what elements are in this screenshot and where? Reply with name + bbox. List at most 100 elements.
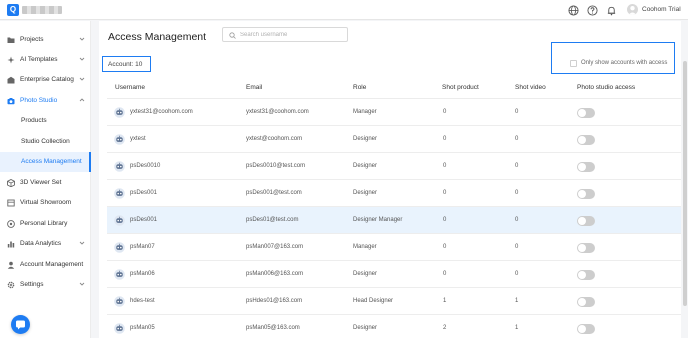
- photo-studio-access-toggle[interactable]: [577, 297, 595, 307]
- cell-email: yxtest@coohom.com: [246, 136, 303, 142]
- camera-icon: [7, 98, 15, 105]
- photo-studio-access-toggle[interactable]: [577, 243, 595, 253]
- photo-studio-access-toggle[interactable]: [577, 270, 595, 280]
- sidebar-item-ai-templates[interactable]: AI Templates: [0, 50, 91, 70]
- sidebar-item-label: Account Management: [20, 261, 84, 268]
- search-box[interactable]: [222, 27, 348, 42]
- cell-shot-video: 0: [515, 163, 519, 169]
- brand-name-redacted: [22, 6, 62, 14]
- photo-studio-access-toggle[interactable]: [577, 135, 595, 145]
- cell-role: Designer: [353, 325, 378, 331]
- sidebar-item-access-management[interactable]: Access Management: [0, 152, 91, 172]
- user-icon: [7, 261, 15, 269]
- table-row[interactable]: yxtest yxtest@coohom.com Designer 0 0: [107, 126, 681, 153]
- sidebar-item-enterprise-catalog[interactable]: Enterprise Catalog: [0, 70, 91, 90]
- access-filter-checkbox[interactable]: [570, 60, 577, 67]
- scrollbar[interactable]: [682, 21, 688, 338]
- cell-shot-product: 0: [443, 190, 447, 196]
- cell-email: psMan05@163.com: [246, 325, 300, 331]
- photo-studio-access-toggle[interactable]: [577, 324, 595, 334]
- cell-shot-product: 2: [443, 325, 447, 331]
- sidebar-item-label: Personal Library: [20, 220, 68, 227]
- cell-role: Manager: [353, 244, 377, 250]
- sidebar-item-settings[interactable]: Settings: [0, 275, 91, 295]
- sidebar-item-data-analytics[interactable]: Data Analytics: [0, 234, 91, 254]
- app-logo[interactable]: Q: [7, 4, 19, 16]
- chevron-down-icon: [79, 241, 85, 245]
- photo-studio-access-toggle[interactable]: [577, 162, 595, 172]
- cell-shot-video: 0: [515, 244, 519, 250]
- cell-username: psMan06: [130, 271, 155, 277]
- sidebar-item-products[interactable]: Products: [0, 111, 91, 131]
- cell-shot-video: 0: [515, 217, 519, 223]
- top-bar: Q Coohom Trial: [0, 0, 688, 20]
- chevron-down-icon: [79, 57, 85, 61]
- chat-icon: [16, 320, 25, 330]
- cell-role: Head Designer: [353, 298, 394, 304]
- cell-username: psDes001: [130, 217, 158, 223]
- chevron-down-icon: [79, 282, 85, 286]
- photo-studio-access-toggle[interactable]: [577, 108, 595, 118]
- table-row[interactable]: psMan06 psMan006@163.com Designer 0 0: [107, 261, 681, 288]
- cell-shot-product: 0: [443, 109, 447, 115]
- cell-username: psDes001: [130, 190, 158, 196]
- sidebar-item-studio-collection[interactable]: Studio Collection: [0, 132, 91, 152]
- avatar[interactable]: [627, 4, 638, 15]
- table-row[interactable]: psDes0010 psDes0010@test.com Designer 0 0: [107, 153, 681, 180]
- column-header-email: Email: [246, 84, 263, 91]
- sidebar-item-label: AI Templates: [20, 56, 58, 63]
- sidebar-item-virtual-showroom[interactable]: Virtual Showroom: [0, 193, 91, 213]
- chat-support-button[interactable]: [11, 315, 30, 334]
- cell-username: psMan07: [130, 244, 155, 250]
- robot-avatar-icon: [114, 107, 125, 118]
- sidebar-item-label: 3D Viewer Set: [20, 179, 62, 186]
- table-row[interactable]: psMan07 psMan007@163.com Manager 0 0: [107, 234, 681, 261]
- sidebar-item-3d-viewer-set[interactable]: 3D Viewer Set: [0, 173, 91, 193]
- table-row[interactable]: hdes-test psHdes01@163.com Head Designer 1 1: [107, 288, 681, 315]
- sidebar-item-photo-studio[interactable]: Photo Studio: [0, 91, 91, 111]
- column-header-shot-product: Shot product: [442, 84, 479, 91]
- photo-studio-access-toggle[interactable]: [577, 189, 595, 199]
- sidebar-item-label: Projects: [20, 36, 44, 43]
- sidebar-item-label: Studio Collection: [21, 138, 70, 145]
- photo-studio-access-toggle[interactable]: [577, 216, 595, 226]
- cell-shot-product: 0: [443, 217, 447, 223]
- table-row[interactable]: psMan05 psMan05@163.com Designer 2 1: [107, 315, 681, 338]
- help-icon[interactable]: [587, 5, 598, 16]
- sidebar-item-label: Data Analytics: [20, 240, 62, 247]
- catalog-icon: [7, 76, 15, 84]
- showroom-icon: [7, 199, 15, 207]
- cell-username: hdes-test: [130, 298, 155, 304]
- table-row[interactable]: yxtest31@coohom.com yxtest31@coohom.com Ma…: [107, 99, 681, 126]
- cell-role: Designer: [353, 163, 378, 169]
- cell-shot-video: 0: [515, 190, 519, 196]
- cell-role: Designer: [353, 136, 378, 142]
- chevron-up-icon: [79, 98, 85, 102]
- sidebar: Projects AI Templates Enterprise Catalog…: [0, 21, 91, 338]
- user-name[interactable]: Coohom Trial: [642, 6, 681, 13]
- chevron-down-icon: [79, 37, 85, 41]
- globe-icon[interactable]: [568, 5, 579, 16]
- column-header-username: Username: [115, 84, 145, 91]
- robot-avatar-icon: [114, 323, 125, 334]
- table-row[interactable]: psDes001 psDes001@test.com Designer 0 0: [107, 180, 681, 207]
- cell-username: psMan05: [130, 325, 155, 331]
- search-input[interactable]: [240, 30, 344, 40]
- sparkle-icon: [7, 56, 15, 64]
- cell-email: psHdes01@163.com: [246, 298, 303, 304]
- sidebar-item-account-management[interactable]: Account Management: [0, 255, 91, 275]
- cell-email: yxtest31@coohom.com: [246, 109, 309, 115]
- robot-avatar-icon: [114, 188, 125, 199]
- cell-shot-product: 0: [443, 271, 447, 277]
- sidebar-item-personal-library[interactable]: Personal Library: [0, 214, 91, 234]
- cell-shot-product: 0: [443, 136, 447, 142]
- scrollbar-thumb[interactable]: [683, 61, 687, 306]
- sidebar-item-label: Enterprise Catalog: [20, 76, 74, 83]
- search-icon: [229, 31, 236, 39]
- access-filter-label[interactable]: Only show accounts with access: [581, 60, 667, 66]
- table-row[interactable]: psDes001 psDes01@test.com Designer Manager…: [107, 207, 681, 234]
- sidebar-item-projects[interactable]: Projects: [0, 30, 91, 50]
- bell-icon[interactable]: [606, 5, 617, 16]
- cell-role: Designer: [353, 271, 378, 277]
- account-count: Account: 10: [102, 56, 151, 72]
